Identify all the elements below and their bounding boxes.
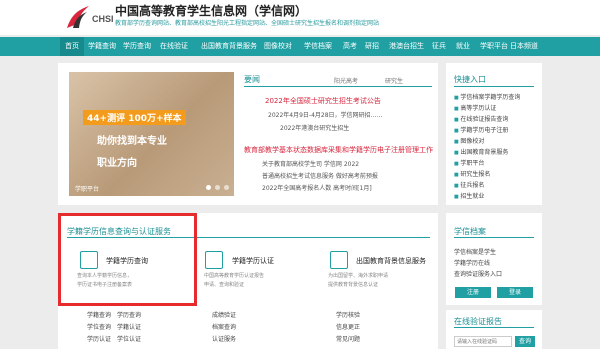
verify-divider	[454, 327, 534, 328]
highlight-box	[58, 213, 197, 306]
service-sub-link[interactable]: 信息更正	[336, 322, 360, 331]
quick-title: 快捷入口	[454, 75, 486, 84]
service-desc: 提供教育背景信息认证	[328, 282, 379, 288]
quick-item[interactable]: 图像校对	[454, 136, 484, 145]
promo-banner[interactable]: 44+测评 100万+样本 助你找到本专业 职业方向 学职平台	[69, 72, 234, 196]
nav-abroad[interactable]: 出国教育背景服务	[201, 37, 257, 56]
service-sub-link[interactable]: 学历查询	[117, 310, 141, 319]
nav-xueji[interactable]: 学籍查询	[88, 37, 116, 56]
news-item[interactable]: 2022年港澳台研究生招生	[280, 123, 349, 132]
carousel-dot[interactable]	[215, 185, 220, 190]
quick-item[interactable]: 在线验证报告查询	[454, 114, 508, 123]
nav-yanzhao[interactable]: 研招	[365, 37, 379, 56]
quick-item[interactable]: 学职平台	[454, 158, 484, 167]
news-item[interactable]: 2022年全国高考报名人数 高考时间[1月]	[262, 183, 372, 192]
banner-caption: 学职平台	[75, 186, 100, 193]
archive-divider	[454, 237, 534, 238]
news-item[interactable]: 关于教育部高校学生司 学信网 2022	[262, 159, 359, 168]
service-sub-link[interactable]: 学籍认证	[117, 322, 141, 331]
quick-item[interactable]: 学籍学历电子注册	[454, 125, 508, 134]
chsi-logo-icon[interactable]	[63, 2, 93, 32]
verify-code-input[interactable]	[454, 336, 512, 347]
service-sub-link[interactable]: 学位认证	[117, 334, 141, 343]
site-header: CHSI 中国高等教育学生信息网（学信网） 教育部学历查询网站、教育部高校招生阳…	[0, 0, 600, 35]
site-subtitle: 教育部学历查询网站、教育部高校招生阳光工程指定网站、全国硕士研究生招生报名和调剂…	[115, 20, 380, 27]
service-sub-link[interactable]: 学位查询	[87, 322, 111, 331]
news-item[interactable]: 2022年4月9日-4月28日，学信网研招……	[268, 110, 383, 119]
register-button[interactable]: 注册	[455, 287, 491, 298]
nav-jiuye[interactable]: 就业	[456, 37, 470, 56]
nav-gaokao[interactable]: 高考	[343, 37, 357, 56]
carousel-dot[interactable]	[206, 185, 211, 190]
verify-button[interactable]: 查询	[515, 336, 535, 347]
nav-xuezhi[interactable]: 学职平台	[480, 37, 508, 56]
news-link-yanzhao[interactable]: 研究生	[385, 76, 403, 85]
news-item[interactable]: 普通高校招生考试信息服务 做好高考前预报	[262, 171, 378, 180]
archive-text: 查询验证服务入口	[454, 271, 503, 278]
service-desc: 申请、查询和验证	[204, 282, 245, 288]
quick-item[interactable]: 学信档案学籍学历查询	[454, 92, 520, 101]
nav-gangaotai[interactable]: 港澳台招生	[389, 37, 424, 56]
quick-item[interactable]: 高等学历认证	[454, 103, 496, 112]
nav-verify[interactable]: 在线验证	[160, 37, 188, 56]
service-name[interactable]: 学籍学历认证	[232, 256, 274, 266]
service-desc: 为出国留学、海外求职申请	[328, 273, 389, 279]
news-headline[interactable]: 教育部教学基本状态数据库采集和学籍学历电子注册管理工作	[244, 145, 433, 155]
carousel-dot[interactable]	[224, 185, 229, 190]
banner-line2: 助你找到本专业	[97, 136, 167, 147]
news-title: 要闻	[244, 75, 260, 84]
site-title[interactable]: 中国高等教育学生信息网（学信网）	[115, 2, 307, 19]
quick-divider	[454, 86, 534, 87]
nav-home[interactable]: 首页	[60, 37, 84, 56]
news-link-gaokao[interactable]: 阳光高考	[334, 76, 358, 85]
banner-line3: 职业方向	[97, 158, 137, 169]
archive-text: 学籍学历在线	[454, 260, 491, 267]
quick-item[interactable]: 招生就业	[454, 191, 484, 200]
banner-line1: 44+测评 100万+样本	[83, 110, 186, 125]
verify-title: 在线验证报告	[454, 317, 502, 326]
nav-archive[interactable]: 学信档案	[304, 37, 332, 56]
nav-xueli[interactable]: 学历查询	[123, 37, 151, 56]
nav-zhengbing[interactable]: 征兵	[432, 37, 446, 56]
service-sub-link[interactable]: 成绩验证	[212, 310, 236, 319]
certificate-icon	[205, 251, 223, 269]
service-sub-link[interactable]: 档案查询	[212, 322, 236, 331]
service-sub-link[interactable]: 学籍查询	[87, 310, 111, 319]
login-button[interactable]: 登录	[497, 287, 533, 298]
service-sub-link[interactable]: 常见问题	[336, 334, 360, 343]
globe-doc-icon	[330, 251, 348, 269]
news-divider	[244, 86, 432, 87]
nav-japan[interactable]: 日本频道	[510, 37, 538, 56]
archive-title: 学信档案	[454, 227, 486, 236]
service-sub-link[interactable]: 学历核验	[336, 310, 360, 319]
service-desc: 中国高等教育学历认证报告	[204, 273, 265, 279]
news-headline[interactable]: 2022年全国硕士研究生招生考试公告	[265, 96, 381, 106]
quick-item[interactable]: 出国教育背景服务	[454, 147, 508, 156]
logo-text: CHSI	[92, 14, 114, 24]
archive-text: 学信档案是学生	[454, 249, 497, 256]
service-sub-link[interactable]: 认证服务	[212, 334, 236, 343]
main-navbar: 首页 学籍查询 学历查询 在线验证 出国教育背景服务 图像校对 学信档案 高考 …	[0, 37, 600, 56]
quick-item[interactable]: 征兵报名	[454, 180, 484, 189]
nav-image[interactable]: 图像校对	[264, 37, 292, 56]
quick-item[interactable]: 研究生报名	[454, 169, 490, 178]
service-sub-link[interactable]: 学历认证	[87, 334, 111, 343]
service-name[interactable]: 出国教育背景信息服务	[356, 256, 426, 266]
